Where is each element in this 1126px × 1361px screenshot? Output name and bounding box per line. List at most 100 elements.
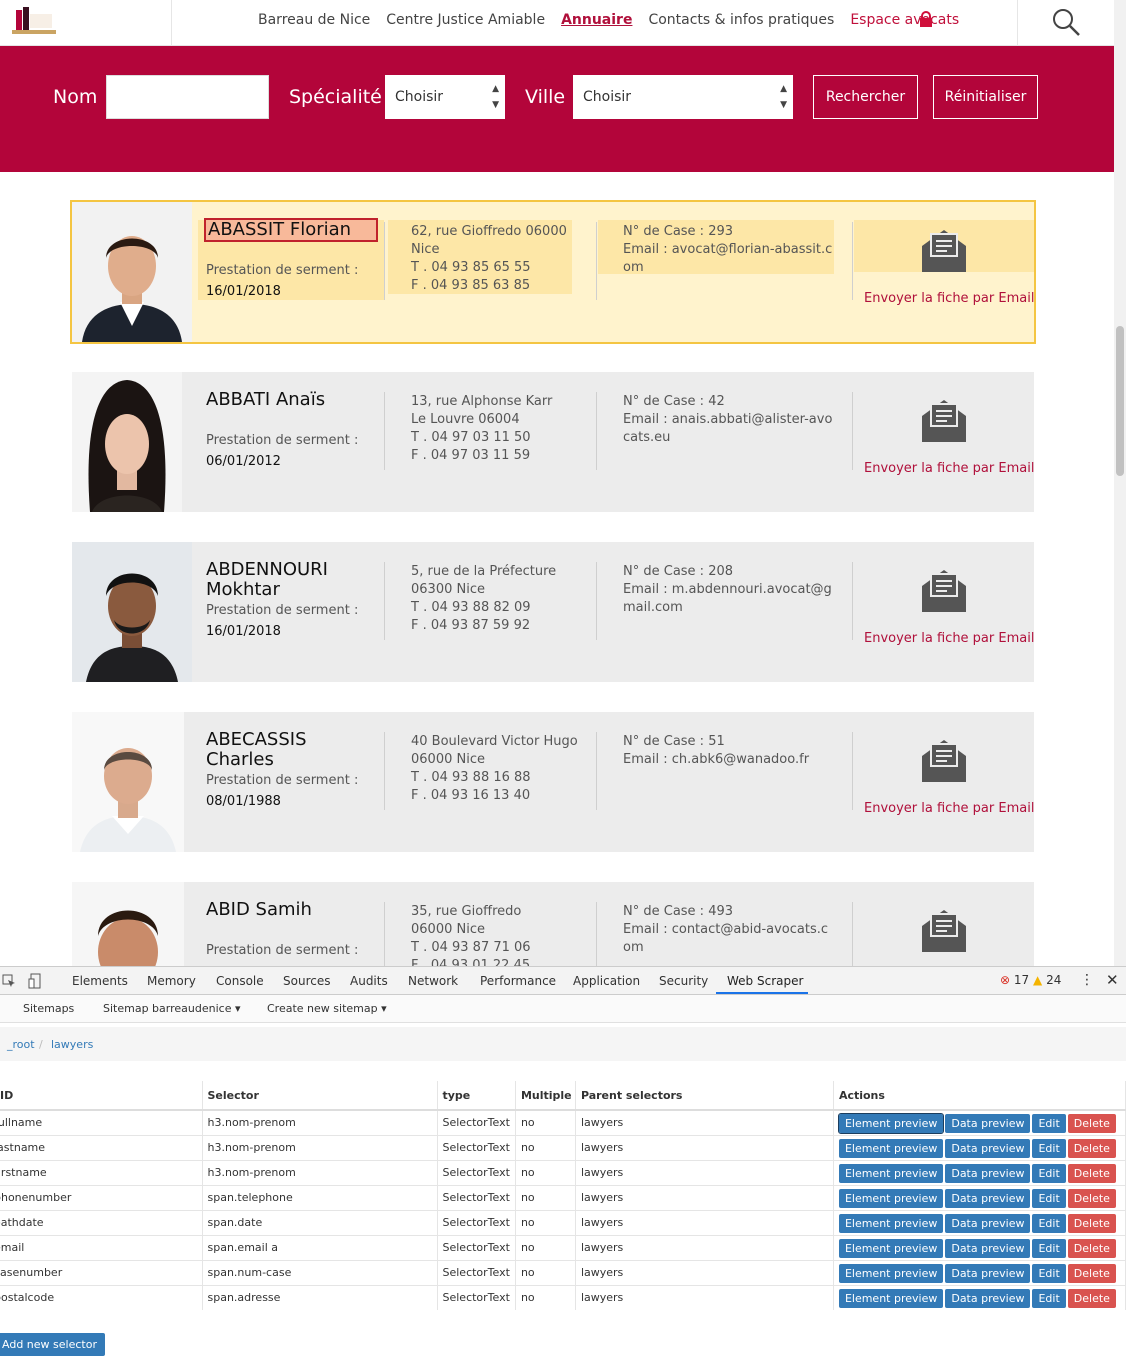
table-row: postalcode span.adresse SelectorText no lawy… [0,1284,1126,1310]
specialite-select[interactable]: Choisir ▲ ▼ [385,75,505,119]
tab-application[interactable]: Application [573,974,640,988]
tab-performance[interactable]: Performance [480,974,556,988]
data-preview-button[interactable]: Data preview [945,1188,1031,1208]
delete-button[interactable]: Delete [1067,1288,1116,1308]
lawyer-address: 62, rue Gioffredo 06000 Nice T . 04 93 8… [411,223,581,295]
selector-css: h3.nom-prenom [202,1109,438,1135]
element-preview-button[interactable]: Element preview [838,1263,944,1283]
data-preview-button[interactable]: Data preview [945,1213,1031,1233]
table-row: emailspan.email aSelectorTextnolawyersEl… [0,1234,1126,1260]
sitemaps-link[interactable]: Sitemaps [23,1002,74,1015]
data-preview-button[interactable]: Data preview [945,1238,1031,1258]
rechercher-button[interactable]: Rechercher [813,75,918,119]
col-selector: Selector [202,1081,438,1111]
lawyer-case: N° de Case : 293 Email : avocat@florian-… [623,223,833,277]
edit-button[interactable]: Edit [1032,1263,1066,1283]
site-header: Barreau de Nice Centre Justice Amiable A… [0,0,1114,46]
delete-button[interactable]: Delete [1067,1138,1116,1158]
lawyer-card: ABECASSIS Charles Prestation de serment … [72,712,1034,852]
data-preview-button[interactable]: Data preview [945,1163,1031,1183]
page-scrollbar[interactable] [1114,0,1126,966]
tab-console[interactable]: Console [216,974,264,988]
bar-logo-icon[interactable] [10,4,58,38]
create-sitemap-dropdown[interactable]: Create new sitemap ▾ [267,1002,387,1015]
ville-label: Ville [525,86,566,108]
send-card-link[interactable]: Envoyer la fiche par Email [864,291,1034,306]
edit-button[interactable]: Edit [1032,1114,1066,1133]
send-mail-icon[interactable] [919,394,969,444]
specialite-label: Spécialité [289,86,382,108]
edit-button[interactable]: Edit [1032,1213,1066,1233]
element-preview-button[interactable]: Element preview [837,1113,945,1134]
tab-web-scraper[interactable]: Web Scraper [727,974,803,988]
nav-barreau[interactable]: Barreau de Nice [258,12,370,28]
edit-button[interactable]: Edit [1032,1188,1066,1208]
breadcrumb-root[interactable]: _root [7,1038,35,1051]
delete-button[interactable]: Delete [1067,1213,1116,1233]
delete-button[interactable]: Delete [1067,1238,1116,1258]
send-card-link[interactable]: Envoyer la fiche par Email [864,801,1034,816]
tab-network[interactable]: Network [408,974,458,988]
nav-centre-justice[interactable]: Centre Justice Amiable [386,12,545,28]
tab-memory[interactable]: Memory [147,974,196,988]
breadcrumb-lawyers[interactable]: lawyers [51,1038,93,1051]
address-line: 13, rue Alphonse Karr [411,394,553,409]
data-preview-button[interactable]: Data preview [945,1114,1031,1133]
lawyer-email[interactable]: Email : avocat@florian-abassit.com [623,241,833,277]
data-preview-button[interactable]: Data preview [945,1138,1031,1158]
scrollbar-thumb[interactable] [1116,326,1124,476]
nav-annuaire[interactable]: Annuaire [561,12,632,28]
oath-label: Prestation de serment : [206,603,359,618]
element-preview-button[interactable]: Element preview [838,1213,944,1233]
lawyer-email[interactable]: Email : contact@abid-avocats.com [623,921,833,957]
nom-input[interactable] [106,75,269,119]
inspect-icon[interactable] [2,974,16,988]
data-preview-button[interactable]: Data preview [945,1288,1031,1308]
oath-label: Prestation de serment : [206,773,359,788]
element-preview-button[interactable]: Element preview [838,1238,944,1258]
send-card-link[interactable]: Envoyer la fiche par Email [864,631,1034,646]
oath-label: Prestation de serment : [206,263,359,278]
reinitialiser-button[interactable]: Réinitialiser [933,75,1038,119]
breadcrumb-separator: / [39,1038,43,1051]
search-icon[interactable] [1050,6,1082,38]
nav-espace-avocats[interactable]: Espace avocats [850,12,959,28]
add-selector-button[interactable]: Add new selector [0,1333,105,1356]
close-icon[interactable]: ✕ [1106,971,1119,989]
edit-button[interactable]: Edit [1032,1288,1066,1308]
selector-parent: lawyers [575,1259,834,1285]
delete-button[interactable]: Delete [1067,1163,1116,1183]
element-preview-button[interactable]: Element preview [838,1188,944,1208]
delete-button[interactable]: Delete [1067,1188,1116,1208]
data-preview-button[interactable]: Data preview [945,1263,1031,1283]
edit-button[interactable]: Edit [1032,1238,1066,1258]
device-toggle-icon[interactable] [28,973,42,989]
delete-button[interactable]: Delete [1067,1114,1116,1133]
send-mail-icon[interactable] [919,224,969,274]
tab-audits[interactable]: Audits [350,974,388,988]
ville-select[interactable]: Choisir ▲ ▼ [573,75,793,119]
tab-security[interactable]: Security [659,974,708,988]
lawyer-email[interactable]: Email : m.abdennouri.avocat@gmail.com [623,581,833,617]
element-preview-button[interactable]: Element preview [838,1138,944,1158]
fax-line: F . 04 93 16 13 40 [411,788,531,803]
specialite-value: Choisir [395,89,444,105]
send-mail-icon[interactable] [919,904,969,954]
nav-contacts[interactable]: Contacts & infos pratiques [648,12,834,28]
edit-button[interactable]: Edit [1032,1138,1066,1158]
error-warning-counter[interactable]: ⊗ 17 ▲ 24 [1000,973,1061,987]
tab-sources[interactable]: Sources [283,974,330,988]
more-menu-icon[interactable]: ⋮ [1080,972,1094,988]
tab-elements[interactable]: Elements [72,974,128,988]
send-mail-icon[interactable] [919,564,969,614]
delete-button[interactable]: Delete [1067,1263,1116,1283]
lawyer-email[interactable]: Email : anais.abbati@alister-avocats.eu [623,411,833,447]
send-card-link[interactable]: Envoyer la fiche par Email [864,461,1034,476]
element-preview-button[interactable]: Element preview [838,1163,944,1183]
edit-button[interactable]: Edit [1032,1163,1066,1183]
sitemap-dropdown[interactable]: Sitemap barreaudenice ▾ [103,1002,240,1015]
selector-parent: lawyers [575,1234,834,1260]
element-preview-button[interactable]: Element preview [838,1288,944,1308]
lawyer-email[interactable]: Email : ch.abk6@wanadoo.fr [623,751,833,769]
send-mail-icon[interactable] [919,734,969,784]
